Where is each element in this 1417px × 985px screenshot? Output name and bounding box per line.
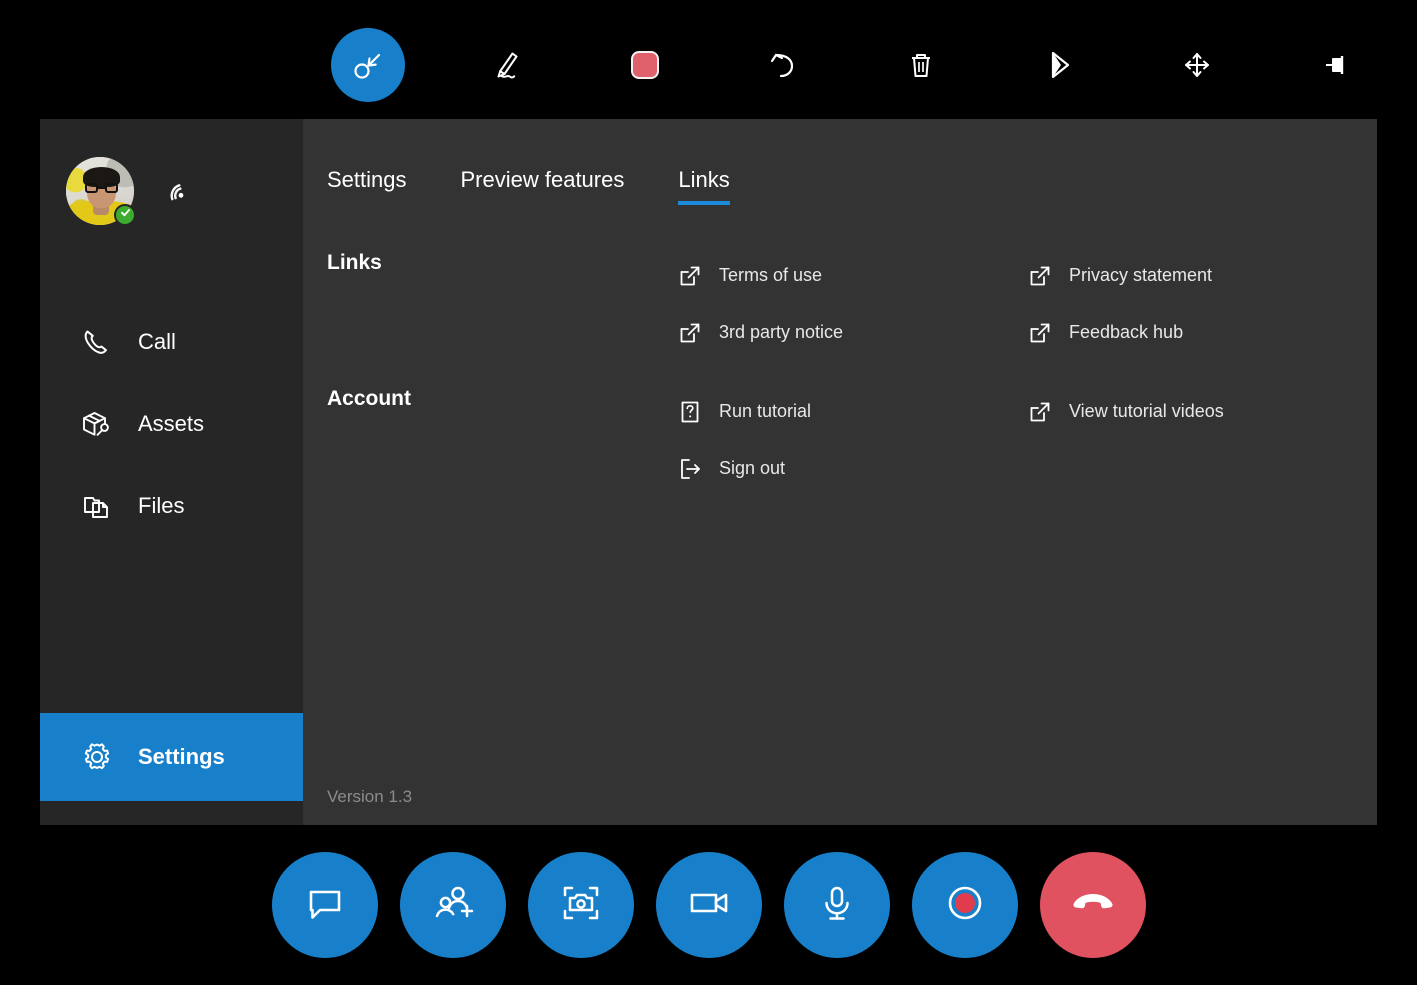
camera-capture-icon: [556, 878, 606, 933]
sidebar-nav: Call Assets: [40, 301, 303, 667]
mute-button[interactable]: [784, 852, 890, 958]
section-title: Links: [327, 247, 677, 361]
sidebar-item-assets[interactable]: Assets: [40, 383, 303, 465]
link-privacy-statement[interactable]: Privacy statement: [1027, 247, 1377, 304]
link-view-tutorial-videos[interactable]: View tutorial videos: [1027, 383, 1377, 440]
section-title: Account: [327, 383, 677, 497]
sidebar-item-label: Settings: [138, 744, 225, 770]
chat-bubble-icon: [301, 879, 349, 932]
avatar[interactable]: [66, 157, 134, 225]
send-arrow-icon: [1039, 45, 1079, 85]
external-link-icon: [1027, 320, 1053, 346]
settings-window: Call Assets: [40, 119, 1377, 825]
link-label: Sign out: [719, 458, 785, 479]
ink-tool-button[interactable]: [470, 28, 544, 102]
link-label: Privacy statement: [1069, 265, 1212, 286]
profile-header: [40, 119, 303, 237]
sidebar-item-call[interactable]: Call: [40, 301, 303, 383]
add-person-icon: [428, 878, 478, 933]
record-icon: [941, 879, 989, 932]
question-box-icon: [677, 399, 703, 425]
capture-photo-button[interactable]: [528, 852, 634, 958]
delete-tool-button[interactable]: [884, 28, 958, 102]
settings-content: Settings Preview features Links Links: [303, 119, 1377, 825]
move-arrows-icon: [1178, 46, 1216, 84]
pin-tool-button[interactable]: [1300, 28, 1374, 102]
annotation-toolbar: [0, 0, 1417, 120]
select-target-icon: [348, 45, 388, 85]
version-label: Version 1.3: [327, 787, 412, 807]
sidebar: Call Assets: [40, 119, 303, 825]
sign-out-icon: [677, 456, 703, 482]
sections: Links: [303, 247, 1377, 497]
wifi-signal-icon: [158, 171, 198, 211]
status-badge: [114, 204, 136, 226]
gear-icon: [78, 738, 116, 776]
tab-links[interactable]: Links: [678, 167, 729, 205]
external-link-icon: [1027, 263, 1053, 289]
eraser-tool-button[interactable]: [608, 28, 682, 102]
link-label: 3rd party notice: [719, 322, 843, 343]
send-tool-button[interactable]: [1022, 28, 1096, 102]
sidebar-item-settings[interactable]: Settings: [40, 713, 303, 801]
select-tool-button[interactable]: [331, 28, 405, 102]
tab-bar: Settings Preview features Links: [303, 167, 1377, 205]
sidebar-item-files[interactable]: Files: [40, 465, 303, 547]
pen-icon: [486, 44, 528, 86]
link-label: Terms of use: [719, 265, 822, 286]
box-wrench-icon: [78, 405, 116, 443]
tab-settings[interactable]: Settings: [327, 167, 407, 205]
link-label: Run tutorial: [719, 401, 811, 422]
external-link-icon: [677, 320, 703, 346]
add-participant-button[interactable]: [400, 852, 506, 958]
sidebar-item-label: Assets: [138, 411, 204, 437]
chat-button[interactable]: [272, 852, 378, 958]
undo-tool-button[interactable]: [746, 28, 820, 102]
undo-icon: [763, 45, 803, 85]
microphone-icon: [813, 879, 861, 932]
move-tool-button[interactable]: [1160, 28, 1234, 102]
trash-icon: [902, 46, 940, 84]
external-link-icon: [1027, 399, 1053, 425]
link-label: View tutorial videos: [1069, 401, 1224, 422]
phone-icon: [78, 323, 116, 361]
link-terms-of-use[interactable]: Terms of use: [677, 247, 1027, 304]
eraser-square-icon: [628, 48, 662, 82]
link-run-tutorial[interactable]: Run tutorial: [677, 383, 1027, 440]
folder-document-icon: [78, 487, 116, 525]
pushpin-icon: [1318, 46, 1356, 84]
section-account: Account Ru: [303, 383, 1377, 497]
call-control-bar: [0, 825, 1417, 985]
hangup-phone-icon: [1067, 877, 1119, 934]
section-links: Links: [303, 247, 1377, 361]
sidebar-item-label: Call: [138, 329, 176, 355]
external-link-icon: [677, 263, 703, 289]
check-icon: [119, 206, 132, 224]
tab-preview-features[interactable]: Preview features: [461, 167, 625, 205]
sidebar-item-label: Files: [138, 493, 184, 519]
link-feedback-hub[interactable]: Feedback hub: [1027, 304, 1377, 361]
video-camera-icon: [684, 878, 734, 933]
link-3rd-party-notice[interactable]: 3rd party notice: [677, 304, 1027, 361]
record-button[interactable]: [912, 852, 1018, 958]
link-label: Feedback hub: [1069, 322, 1183, 343]
app-root: Call Assets: [0, 0, 1417, 985]
link-sign-out[interactable]: Sign out: [677, 440, 1027, 497]
hangup-button[interactable]: [1040, 852, 1146, 958]
video-button[interactable]: [656, 852, 762, 958]
